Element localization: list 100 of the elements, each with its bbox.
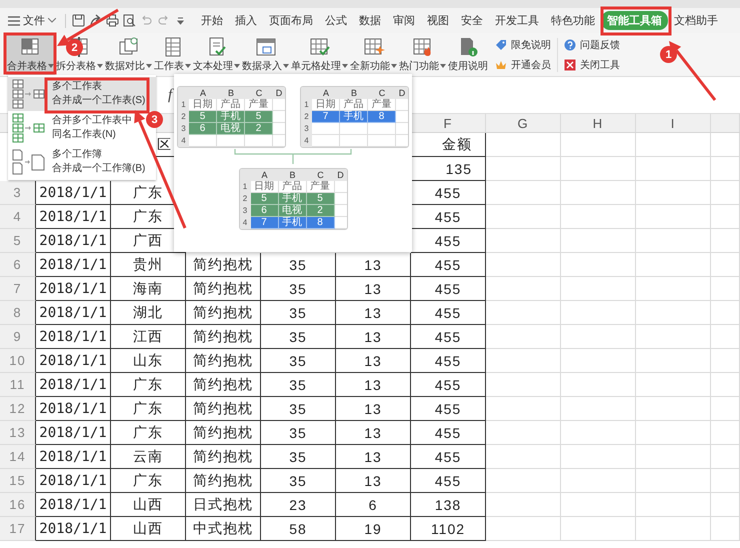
ribbon-tab[interactable]: 开始 bbox=[195, 11, 229, 30]
empty-cell bbox=[711, 349, 740, 373]
ribbon-tab[interactable]: 视图 bbox=[421, 11, 455, 30]
ribbon-tab[interactable]: 公式 bbox=[319, 11, 353, 30]
file-menu[interactable]: 文件 bbox=[20, 13, 59, 28]
table-cell: 2018/1/1 bbox=[36, 325, 111, 349]
ribbon-button[interactable]: 全新功能 bbox=[349, 34, 398, 74]
ribbon-tab[interactable]: 特色功能 bbox=[545, 11, 601, 30]
row-header: 3 bbox=[301, 123, 312, 135]
table-cell: 简约抱枕 bbox=[186, 397, 261, 421]
ribbon-button[interactable]: 工作表 bbox=[153, 34, 192, 74]
table-cell: 35 bbox=[261, 253, 336, 277]
menu-icon[interactable] bbox=[8, 16, 20, 26]
column-header: B bbox=[350, 87, 358, 98]
table-cell: 455 bbox=[411, 397, 486, 421]
empty-cell bbox=[711, 373, 740, 397]
ribbon-tab[interactable]: 安全 bbox=[455, 11, 489, 30]
column-header: C bbox=[254, 87, 264, 98]
empty-cell bbox=[711, 517, 740, 541]
table-cell: 455 bbox=[411, 373, 486, 397]
table-cell: 湖北 bbox=[111, 301, 186, 325]
save-icon[interactable] bbox=[72, 14, 85, 27]
table-cell: 19 bbox=[336, 517, 411, 541]
table-cell: 山西 bbox=[111, 493, 186, 517]
empty-cell bbox=[245, 135, 273, 147]
row-header: 2 bbox=[178, 111, 189, 123]
table-cell: 13 bbox=[336, 421, 411, 445]
table-cell: 2018/1/1 bbox=[36, 205, 111, 229]
table-cell: 13 bbox=[336, 373, 411, 397]
function-label: f bbox=[168, 86, 172, 104]
compare-icon bbox=[118, 36, 140, 56]
table-cell: 广东 bbox=[111, 469, 186, 493]
crown-icon bbox=[495, 58, 507, 70]
column-header[interactable]: H bbox=[561, 114, 636, 132]
empty-cell bbox=[711, 445, 740, 469]
ribbon-link[interactable]: 问题反馈 bbox=[564, 38, 620, 52]
column-header: D bbox=[336, 169, 345, 181]
ribbon-tab[interactable]: 开发工具 bbox=[489, 11, 545, 30]
ribbon-tab[interactable]: 插入 bbox=[229, 11, 263, 30]
table-cell: 35 bbox=[261, 469, 336, 493]
table-cell: 日式抱枕 bbox=[186, 493, 261, 517]
export-icon[interactable] bbox=[89, 14, 102, 27]
empty-cell bbox=[368, 135, 396, 147]
empty-cell bbox=[711, 205, 740, 229]
caret-icon bbox=[48, 18, 56, 23]
ribbon-button[interactable]: 数据录入 bbox=[241, 34, 290, 74]
table-cell: 13 bbox=[336, 469, 411, 493]
empty-cell bbox=[217, 135, 245, 147]
column-header: B bbox=[226, 87, 235, 98]
row-header: 4 bbox=[178, 135, 189, 147]
table-cell: 13 bbox=[336, 277, 411, 301]
column-header[interactable]: G bbox=[486, 114, 561, 132]
table-cell: 简约抱枕 bbox=[186, 301, 261, 325]
print-preview-icon[interactable] bbox=[123, 14, 136, 27]
empty-cell bbox=[368, 123, 396, 135]
ribbon-tab[interactable]: 数据 bbox=[353, 11, 387, 30]
table-check-icon bbox=[308, 36, 330, 56]
column-header: A bbox=[322, 87, 330, 98]
empty-cell bbox=[711, 325, 740, 349]
empty-cell bbox=[711, 469, 740, 493]
ribbon-tab[interactable]: 页面布局 bbox=[263, 11, 319, 30]
column-header[interactable]: I bbox=[636, 114, 711, 132]
table-cell: 简约抱枕 bbox=[186, 253, 261, 277]
merge-table-icon bbox=[20, 36, 42, 56]
table-cell: 手机 bbox=[340, 111, 368, 123]
table-cell: 2018/1/1 bbox=[36, 445, 111, 469]
ribbon-link[interactable]: 限免说明 bbox=[495, 38, 551, 52]
table-cell: 2018/1/1 bbox=[36, 181, 111, 205]
table-cell: 13 bbox=[336, 349, 411, 373]
table-cell: 2018/1/1 bbox=[36, 373, 111, 397]
column-header: C bbox=[378, 87, 386, 98]
ribbon-link[interactable]: 开通会员 bbox=[495, 58, 551, 72]
table-cell: 455 bbox=[411, 469, 486, 493]
menu-item[interactable]: 多个工作簿 合并成一个工作簿(B) bbox=[8, 145, 156, 179]
table-cell: 2018/1/1 bbox=[36, 229, 111, 253]
table-cell: 2018/1/1 bbox=[36, 349, 111, 373]
table-cell: 13 bbox=[336, 253, 411, 277]
empty-cell bbox=[711, 277, 740, 301]
empty-cell bbox=[711, 397, 740, 421]
ribbon-button[interactable]: 单元格处理 bbox=[290, 34, 349, 74]
table-cell: 35 bbox=[261, 325, 336, 349]
table-cell: 2018/1/1 bbox=[36, 469, 111, 493]
menu-item[interactable]: 多个工作表 合并成一个工作表(S) bbox=[8, 77, 156, 111]
table-cell: 35 bbox=[261, 373, 336, 397]
ribbon-button[interactable]: 热门功能 bbox=[398, 34, 447, 74]
empty-cell bbox=[711, 157, 740, 181]
table-cell: 广东 bbox=[111, 397, 186, 421]
ribbon-tab[interactable]: 审阅 bbox=[387, 11, 421, 30]
ribbon-button[interactable]: 数据对比 bbox=[104, 34, 153, 74]
ribbon-button[interactable]: 文本处理 bbox=[192, 34, 241, 74]
empty-cell bbox=[340, 135, 368, 147]
table-cell: 455 bbox=[411, 253, 486, 277]
ribbon-button[interactable]: 使用说明 bbox=[447, 34, 489, 74]
table-cell: 山西 bbox=[111, 517, 186, 541]
ribbon-link[interactable]: 关闭工具 bbox=[564, 58, 620, 72]
table-cell: 35 bbox=[261, 277, 336, 301]
ribbon-tab[interactable]: 文档助手 bbox=[668, 11, 724, 30]
table-cell: 2018/1/1 bbox=[36, 301, 111, 325]
print-icon[interactable] bbox=[106, 14, 119, 27]
table-cell: 35 bbox=[261, 301, 336, 325]
